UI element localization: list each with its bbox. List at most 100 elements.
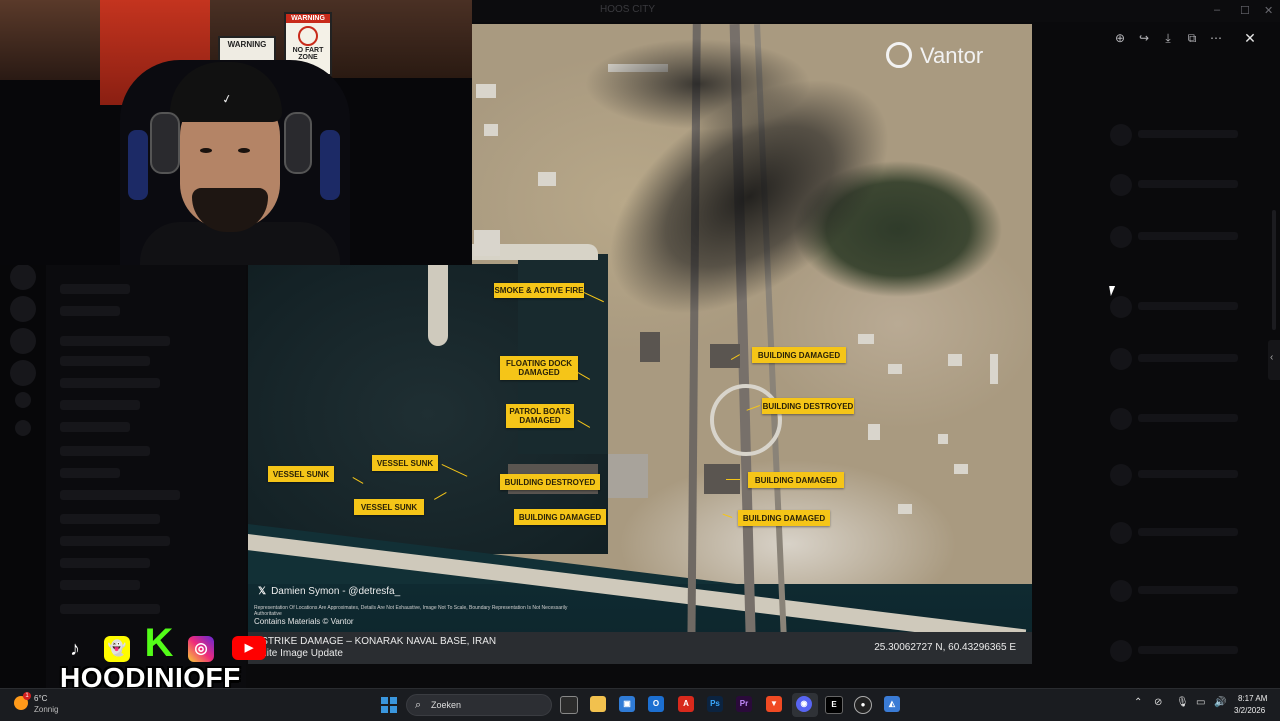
minimize-icon[interactable]: –: [1214, 4, 1220, 16]
label-leader: [726, 479, 740, 480]
channel-item[interactable]: [60, 558, 150, 568]
breakwater: [428, 256, 448, 346]
x-logo-icon: 𝕏: [258, 586, 267, 597]
channel-item[interactable]: [60, 446, 150, 456]
vantor-logo-icon: [886, 42, 912, 68]
channel-item[interactable]: [60, 284, 130, 294]
avatar: [1110, 348, 1132, 370]
acrobat-icon[interactable]: A: [678, 696, 694, 712]
server-list: [0, 260, 46, 688]
clock-date[interactable]: 3/2/2026: [1234, 706, 1265, 715]
server-icon[interactable]: [10, 328, 36, 354]
channel-item[interactable]: [60, 536, 170, 546]
channel-item[interactable]: [60, 580, 140, 590]
channel-item[interactable]: [60, 604, 160, 614]
panel-toggle[interactable]: ‹: [1268, 340, 1280, 380]
social-overlay: ♪ 👻 K ◎ ▶ HOODINIOFF: [60, 622, 280, 696]
server-icon[interactable]: [15, 420, 31, 436]
channel-item[interactable]: [60, 422, 130, 432]
channel-item[interactable]: [60, 336, 170, 346]
avatar: [1110, 124, 1132, 146]
discord-icon[interactable]: ◉: [796, 696, 812, 712]
epic-games-icon[interactable]: E: [825, 696, 843, 714]
webcam-overlay: WARNING WARNING NO FART ZONE ✓: [0, 0, 472, 265]
member-name: [1138, 130, 1238, 138]
damage-label: BUILDING DAMAGED: [748, 472, 844, 488]
file-explorer-icon[interactable]: [590, 696, 606, 712]
building: [476, 84, 496, 98]
building: [898, 504, 912, 514]
channel-item[interactable]: [60, 356, 150, 366]
snapchat-icon: 👻: [104, 636, 130, 662]
scrollbar[interactable]: [1272, 210, 1276, 330]
channel-item[interactable]: [60, 514, 160, 524]
clock-time[interactable]: 8:17 AM: [1238, 694, 1267, 703]
more-icon[interactable]: ⋯: [1206, 28, 1226, 48]
channel-item[interactable]: [60, 306, 120, 316]
weather-temperature[interactable]: 6°C: [34, 694, 47, 703]
server-icon[interactable]: [10, 360, 36, 386]
avatar: [1110, 464, 1132, 486]
network-off-icon[interactable]: ⊘: [1154, 697, 1162, 708]
brave-icon[interactable]: ▼: [766, 696, 782, 712]
channel-item[interactable]: [60, 400, 140, 410]
display-icon[interactable]: ▭: [1196, 697, 1205, 708]
channel-item[interactable]: [60, 468, 120, 478]
building: [868, 424, 880, 440]
forward-icon[interactable]: ↪: [1134, 28, 1154, 48]
headset-icon: [284, 112, 312, 174]
server-icon[interactable]: [15, 392, 31, 408]
chair-accent: [128, 130, 148, 200]
avatar: [1110, 522, 1132, 544]
photoshop-icon[interactable]: Ps: [707, 696, 723, 712]
store-icon[interactable]: ▣: [619, 696, 635, 712]
member-name: [1138, 180, 1238, 188]
obs-icon[interactable]: ●: [854, 696, 872, 714]
eye: [200, 148, 212, 153]
kick-icon: K: [144, 621, 174, 665]
roundabout: [710, 384, 782, 456]
channel-item[interactable]: [60, 378, 160, 388]
search-input[interactable]: ⌕ Zoeken: [406, 694, 552, 716]
download-icon[interactable]: ⤓: [1158, 28, 1178, 48]
close-icon[interactable]: ✕: [1240, 28, 1260, 48]
damage-label: BUILDING DESTROYED: [762, 398, 854, 414]
chair-accent: [320, 130, 340, 200]
damage-label: VESSEL SUNK: [372, 455, 438, 471]
building: [938, 434, 948, 444]
notification-badge: 1: [23, 692, 31, 700]
damage-label: VESSEL SUNK: [354, 499, 424, 515]
server-icon[interactable]: [10, 264, 36, 290]
outlook-icon[interactable]: O: [648, 696, 664, 712]
member-list: [1100, 90, 1270, 690]
start-button[interactable]: [381, 697, 397, 713]
server-icon[interactable]: [10, 296, 36, 322]
no-symbol-icon: [298, 26, 318, 46]
app-icon[interactable]: ◭: [884, 696, 900, 712]
caption-bar: RSTRIKE DAMAGE – KONARAK NAVAL BASE, IRA…: [248, 632, 1032, 664]
search-icon: ⌕: [415, 699, 422, 711]
building: [858, 334, 874, 344]
eye: [238, 148, 250, 153]
member-name: [1138, 586, 1238, 594]
avatar: [1110, 226, 1132, 248]
maximize-icon[interactable]: ☐: [1240, 4, 1250, 17]
brand-watermark: Vantor: [920, 43, 984, 68]
open-external-icon[interactable]: ⧉: [1182, 28, 1202, 48]
caption-title: RSTRIKE DAMAGE – KONARAK NAVAL BASE, IRA…: [254, 636, 497, 647]
premiere-icon[interactable]: Pr: [736, 696, 752, 712]
task-view-icon[interactable]: [560, 696, 578, 714]
zoom-in-icon[interactable]: ⊕: [1110, 28, 1130, 48]
window-close-icon[interactable]: ✕: [1264, 4, 1273, 17]
building: [954, 464, 968, 474]
building: [608, 454, 648, 498]
youtube-icon: ▶: [232, 636, 266, 660]
sign-header: WARNING: [286, 14, 330, 23]
volume-icon[interactable]: 🔊: [1214, 697, 1226, 708]
chevron-up-icon[interactable]: ⌃: [1134, 697, 1142, 708]
microphone-icon[interactable]: 🎙: [1176, 697, 1189, 708]
chevron-left-icon: ‹: [1270, 352, 1274, 363]
channel-item[interactable]: [60, 490, 180, 500]
weather-description[interactable]: Zonnig: [34, 705, 58, 714]
attribution: 𝕏 Damien Symon - @detresfa_: [258, 586, 400, 597]
